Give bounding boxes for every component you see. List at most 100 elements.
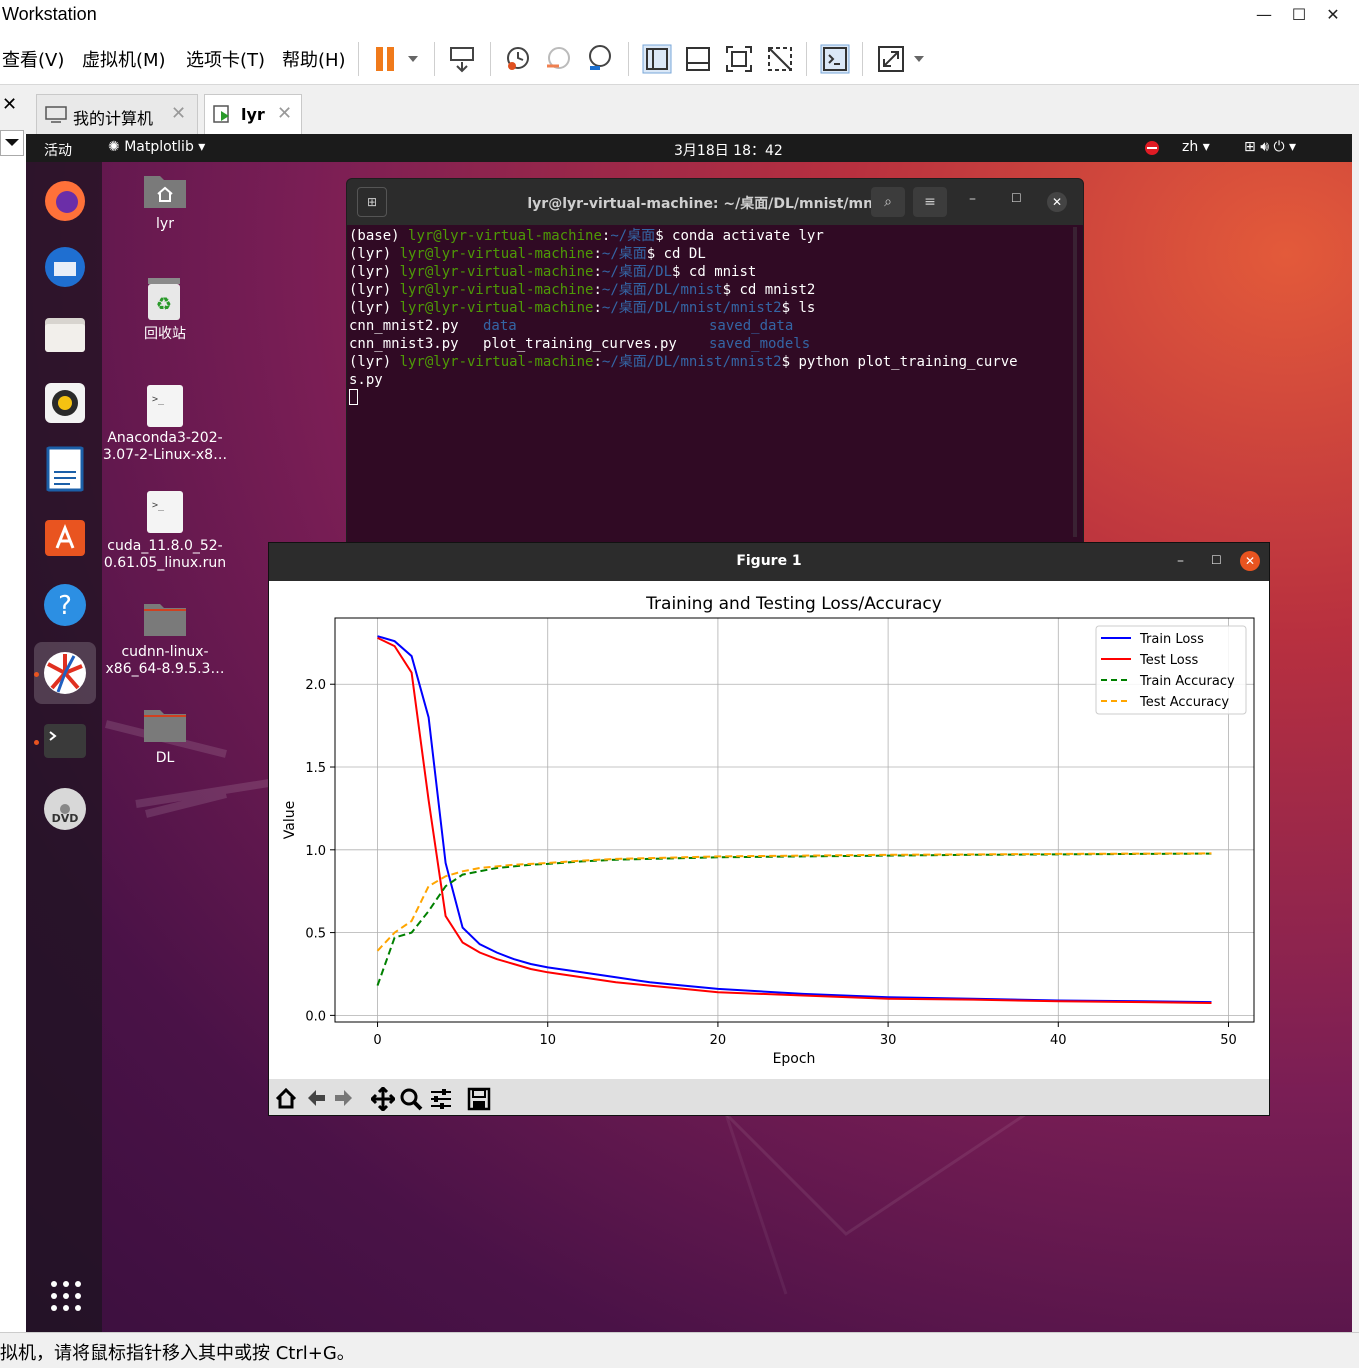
desktop-icon-label: cuda_11.8.0_52-0.61.05_linux.run: [103, 538, 227, 571]
y-axis-label: Value: [282, 801, 298, 839]
activities-button[interactable]: 活动: [44, 140, 72, 160]
tab-my-computer[interactable]: 我的计算机 ✕: [36, 94, 198, 134]
tab-label: lyr: [241, 105, 265, 124]
plot-canvas[interactable]: Training and Testing Loss/Accuracy 0 10 20…: [269, 581, 1269, 1079]
script-file-icon[interactable]: >_: [146, 384, 184, 428]
minimize-icon[interactable]: –: [969, 191, 976, 207]
zoom-icon[interactable]: [399, 1087, 423, 1111]
thumbnail-bar-icon[interactable]: [683, 44, 713, 74]
desktop-icon-label: lyr: [156, 216, 174, 232]
minimize-icon[interactable]: —: [1252, 4, 1276, 26]
chart-title: Training and Testing Loss/Accuracy: [645, 594, 942, 614]
chevron-down-icon: ▾: [198, 139, 206, 155]
snapshot-manager-icon[interactable]: [586, 44, 616, 74]
home-folder-icon[interactable]: [142, 170, 188, 210]
y-tick-label: 0.5: [305, 927, 326, 942]
legend: Train Loss Test Loss Train Accuracy Test Ac…: [1095, 625, 1247, 715]
titlebar: Workstation — ☐ ✕: [0, 0, 1359, 32]
app-menu[interactable]: ✺ Matplotlib ▾: [108, 139, 205, 155]
terminal-line: plot_training_curves.py: [483, 336, 677, 352]
hamburger-menu-icon[interactable]: ≡: [913, 187, 947, 217]
unity-icon[interactable]: [765, 44, 795, 74]
close-icon[interactable]: ✕: [1047, 192, 1067, 212]
terminal-line: (lyr) lyr@lyr-virtual-machine:~/桌面/DL/mn…: [349, 300, 816, 316]
forward-arrow-icon[interactable]: [333, 1087, 355, 1109]
do-not-disturb-icon[interactable]: [1144, 140, 1160, 156]
series-line-train-loss: [377, 635, 1212, 1004]
desktop-icon-label: 回收站: [144, 326, 186, 342]
rhythmbox-icon[interactable]: [42, 380, 88, 426]
menu-tabs[interactable]: 选项卡(T): [186, 46, 265, 72]
status-text: 拟机，请将鼠标指针移入其中或按 Ctrl+G。: [0, 1343, 355, 1364]
close-icon[interactable]: ✕: [1240, 551, 1260, 571]
tab-close-icon[interactable]: ✕: [171, 103, 186, 124]
status-bar: 拟机，请将鼠标指针移入其中或按 Ctrl+G。: [0, 1332, 1359, 1368]
send-ctrl-alt-del-icon[interactable]: [448, 44, 478, 74]
trash-icon[interactable]: ♻: [144, 276, 184, 322]
close-icon[interactable]: ✕: [1321, 4, 1345, 26]
y-tick-label: 1.0: [305, 844, 326, 859]
terminal-scrollbar[interactable]: [1073, 227, 1077, 537]
terminal-line: (lyr) lyr@lyr-virtual-machine:~/桌面/DL/mn…: [349, 354, 1018, 370]
menu-vm[interactable]: 虚拟机(M): [82, 46, 166, 72]
input-method[interactable]: zh ▾: [1182, 139, 1210, 155]
folder-icon[interactable]: [142, 598, 188, 638]
help-icon[interactable]: ?: [42, 582, 88, 628]
show-library-icon[interactable]: [642, 44, 672, 74]
minimize-icon[interactable]: –: [1177, 553, 1184, 569]
terminal-line: (lyr) lyr@lyr-virtual-machine:~/桌面$ cd D…: [349, 246, 706, 262]
matplotlib-icon[interactable]: [42, 650, 88, 696]
snapshot-icon[interactable]: [504, 44, 534, 74]
terminal-line: s.py: [349, 372, 383, 388]
terminal-icon[interactable]: [42, 718, 88, 764]
folder-icon[interactable]: [142, 704, 188, 744]
input-method-label: zh: [1182, 139, 1199, 155]
configure-subplots-icon[interactable]: [429, 1087, 453, 1111]
search-icon[interactable]: ⌕: [871, 187, 905, 217]
tab-close-icon[interactable]: ✕: [277, 103, 292, 124]
maximize-icon[interactable]: ☐: [1287, 4, 1311, 26]
pan-icon[interactable]: [371, 1087, 395, 1111]
revert-snapshot-icon[interactable]: [545, 44, 575, 74]
tab-lyr[interactable]: lyr ✕: [204, 94, 302, 134]
menubar: 查看(V) 虚拟机(M) 选项卡(T) 帮助(H): [0, 32, 1359, 85]
terminal-window[interactable]: ⊞ lyr@lyr-virtual-machine: ~/桌面/DL/mnist…: [346, 178, 1084, 550]
console-view-icon[interactable]: [820, 44, 850, 74]
files-icon[interactable]: [42, 312, 88, 358]
script-file-icon[interactable]: >_: [146, 490, 184, 534]
svg-text:?: ?: [58, 591, 72, 621]
stretch-guest-icon[interactable]: [876, 44, 928, 74]
firefox-icon[interactable]: [42, 178, 88, 224]
toolbar-separator: [490, 42, 491, 76]
svg-text:DVD: DVD: [52, 812, 79, 825]
app-title: Workstation: [2, 4, 97, 24]
ubuntu-dock: ? DVD: [26, 162, 102, 1332]
clock[interactable]: 3月18日 18：42: [674, 140, 783, 160]
tab-label: 我的计算机: [73, 109, 154, 128]
y-tick-label: 1.5: [305, 761, 326, 776]
system-menu[interactable]: ⊞ 🔊︎ ⏻ ▾: [1244, 139, 1296, 155]
show-applications-icon[interactable]: [50, 1280, 82, 1312]
x-axis-label: Epoch: [773, 1051, 816, 1067]
libreoffice-writer-icon[interactable]: [42, 446, 88, 492]
home-icon[interactable]: [275, 1087, 297, 1109]
maximize-icon[interactable]: ☐: [1211, 553, 1222, 567]
thunderbird-icon[interactable]: [42, 244, 88, 290]
fullscreen-icon[interactable]: [724, 44, 754, 74]
x-tick-label: 40: [1050, 1033, 1067, 1048]
ubuntu-software-icon[interactable]: [42, 514, 88, 560]
dvd-icon[interactable]: DVD: [42, 786, 88, 832]
save-icon[interactable]: [467, 1087, 491, 1111]
close-library-icon[interactable]: ✕: [2, 94, 17, 115]
library-dropdown[interactable]: [0, 130, 24, 156]
menu-help[interactable]: 帮助(H): [282, 46, 346, 72]
toolbar-separator: [862, 42, 863, 76]
figure-window[interactable]: Figure 1 – ☐ ✕ Training and Testing Loss…: [268, 542, 1270, 1116]
menu-view[interactable]: 查看(V): [2, 46, 64, 72]
running-indicator: [34, 740, 39, 745]
vm-screen[interactable]: 活动 ✺ Matplotlib ▾ 3月18日 18：42 zh ▾ ⊞ 🔊︎ …: [26, 134, 1352, 1332]
desktop-icon-label: Anaconda3-202-3.07-2-Linux-x8…: [102, 430, 228, 463]
back-arrow-icon[interactable]: [305, 1087, 327, 1109]
pause-icon[interactable]: [372, 44, 422, 74]
maximize-icon[interactable]: ☐: [1011, 191, 1022, 205]
